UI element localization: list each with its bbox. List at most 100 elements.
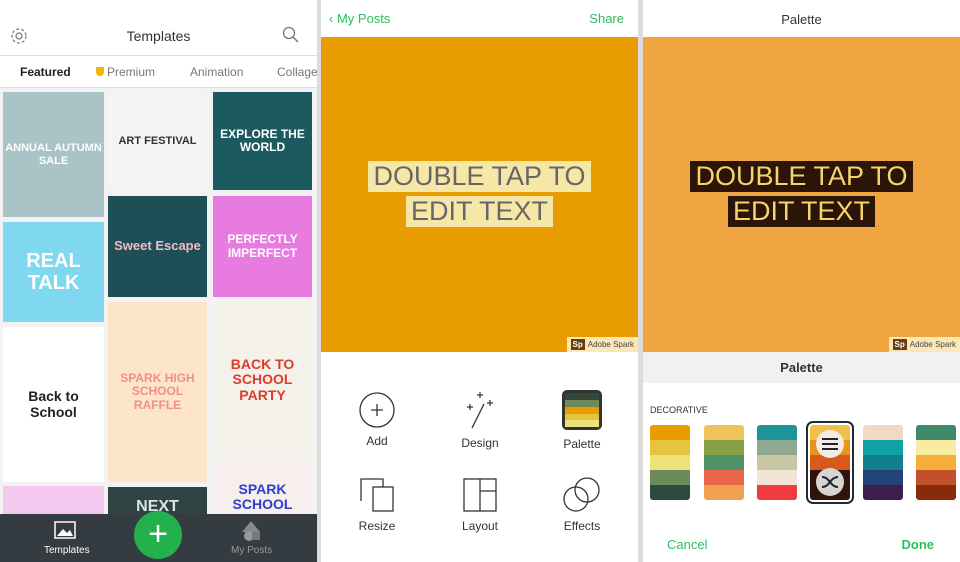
image-icon — [54, 521, 76, 539]
tile-text: EXPLORE THE WORLD — [220, 126, 305, 154]
swatch-color — [916, 455, 956, 470]
back-button[interactable]: ‹ My Posts — [329, 11, 390, 26]
tab-premium[interactable]: Premium — [96, 65, 155, 79]
template-tile[interactable]: EXPLORE THE WORLD — [213, 92, 312, 190]
tab-label: Premium — [107, 65, 156, 79]
swatch-color — [863, 485, 903, 500]
search-icon[interactable] — [282, 26, 300, 44]
palette-icon — [562, 390, 602, 430]
tile-text: SPARK HIGH SCHOOL RAFFLE — [120, 371, 195, 412]
swatch-color — [650, 440, 690, 455]
text-line[interactable]: EDIT TEXT — [321, 196, 638, 227]
back-label: My Posts — [336, 11, 391, 26]
swatch-color — [863, 470, 903, 485]
spark-logo: Sp — [570, 339, 585, 350]
premium-shield-icon — [96, 67, 104, 76]
template-tile[interactable]: BACK TO SCHOOL PARTY — [213, 302, 312, 458]
done-button[interactable]: Done — [902, 537, 935, 552]
palette-sheet-title: Palette — [643, 352, 960, 383]
tile-text: PERFECTLY IMPERFECT — [227, 232, 298, 260]
share-button[interactable]: Share — [589, 11, 624, 26]
post-canvas[interactable]: DOUBLE TAP TO EDIT TEXT Sp Adobe Spark — [643, 37, 960, 352]
swatch-color — [704, 455, 744, 470]
palette-tool[interactable]: Palette — [532, 389, 632, 451]
template-tile[interactable]: Back to School — [3, 327, 104, 482]
adobe-spark-watermark: Sp Adobe Spark — [888, 337, 960, 352]
effects-tool[interactable]: Effects — [532, 477, 632, 533]
sliders-icon[interactable] — [815, 429, 845, 459]
swatch-color — [863, 440, 903, 455]
swatch-color — [916, 440, 956, 455]
swatch-color — [757, 440, 797, 455]
swatch-color — [704, 425, 744, 440]
adobe-spark-watermark: Sp Adobe Spark — [566, 337, 638, 352]
tile-text: ANNUAL AUTUMN SALE — [5, 142, 102, 167]
tile-text: Sweet Escape — [114, 238, 201, 254]
tile-text: SPARK SCHOOL — [232, 480, 293, 512]
template-tabs: Featured Premium Animation Collage — [0, 55, 317, 88]
templates-panel: Templates Featured Premium Animation Col… — [0, 0, 317, 562]
post-canvas[interactable]: DOUBLE TAP TO EDIT TEXT Sp Adobe Spark — [321, 37, 638, 352]
swatch-color — [650, 425, 690, 440]
swatch-color — [704, 485, 744, 500]
text-line[interactable]: EDIT TEXT — [643, 196, 960, 227]
template-tile[interactable]: REAL TALK — [3, 222, 104, 322]
text-line[interactable]: DOUBLE TAP TO — [321, 161, 638, 192]
swatch-color — [916, 485, 956, 500]
template-tile[interactable]: ART FESTIVAL — [108, 92, 207, 190]
create-button[interactable]: + — [134, 511, 182, 559]
palette-swatch[interactable] — [757, 425, 797, 500]
swatch-color — [650, 470, 690, 485]
swatch-color — [650, 485, 690, 500]
swatch-color — [916, 470, 956, 485]
plus-icon: + — [148, 515, 168, 553]
tile-text: Back to School — [28, 388, 79, 420]
tab-animation[interactable]: Animation — [190, 65, 243, 79]
shuffle-icon[interactable] — [815, 467, 845, 497]
page-title: Templates — [126, 28, 191, 44]
plus-circle-icon — [359, 392, 395, 428]
add-tool[interactable]: Add — [327, 392, 427, 448]
template-tile[interactable]: Sweet Escape — [108, 196, 207, 297]
text-line[interactable]: DOUBLE TAP TO — [643, 161, 960, 192]
tool-label: Design — [461, 436, 499, 450]
watermark-text: Adobe Spark — [909, 340, 956, 349]
palette-swatch[interactable] — [806, 421, 854, 504]
tile-text: BACK TO SCHOOL PARTY — [230, 355, 295, 403]
template-tile[interactable]: PERFECTLY IMPERFECT — [213, 196, 312, 297]
tile-text: REAL TALK — [26, 250, 81, 294]
chevron-left-icon: ‹ — [329, 11, 334, 26]
swatch-color — [704, 440, 744, 455]
tab-featured[interactable]: Featured — [20, 65, 71, 79]
template-grid: ANNUAL AUTUMN SALE REAL TALK Back to Schoo… — [0, 88, 317, 562]
palette-panel-title: Palette — [781, 12, 822, 27]
tile-text: ART FESTIVAL — [118, 134, 197, 147]
swatch-color — [863, 425, 903, 440]
template-tile[interactable]: ANNUAL AUTUMN SALE — [3, 92, 104, 217]
palette-panel: Palette DOUBLE TAP TO EDIT TEXT Sp Adobe … — [643, 0, 960, 562]
swatch-color — [650, 455, 690, 470]
magic-wand-icon — [467, 392, 493, 429]
layout-tool[interactable]: Layout — [430, 477, 530, 533]
palette-swatch[interactable] — [916, 425, 956, 500]
palette-swatch[interactable] — [863, 425, 903, 500]
tool-label: Effects — [563, 519, 601, 533]
shapes-icon — [242, 521, 260, 541]
tab-collage[interactable]: Collage — [277, 65, 317, 79]
swatch-color — [863, 455, 903, 470]
nav-templates[interactable]: Templates — [44, 545, 90, 556]
layout-icon — [463, 478, 497, 512]
tool-label: Add — [366, 434, 388, 448]
nav-my-posts[interactable]: My Posts — [231, 545, 272, 556]
palette-swatch[interactable] — [704, 425, 744, 500]
cancel-button[interactable]: Cancel — [667, 537, 707, 552]
swatch-color — [704, 470, 744, 485]
swatch-color — [757, 470, 797, 485]
template-tile[interactable]: SPARK HIGH SCHOOL RAFFLE — [108, 302, 207, 482]
design-tool[interactable]: Design — [430, 390, 530, 450]
editor-topbar: ‹ My Posts Share — [321, 0, 638, 37]
tool-label: Layout — [461, 519, 499, 533]
spark-logo: Sp — [892, 339, 907, 350]
palette-swatch[interactable] — [650, 425, 690, 500]
resize-tool[interactable]: Resize — [327, 477, 427, 533]
